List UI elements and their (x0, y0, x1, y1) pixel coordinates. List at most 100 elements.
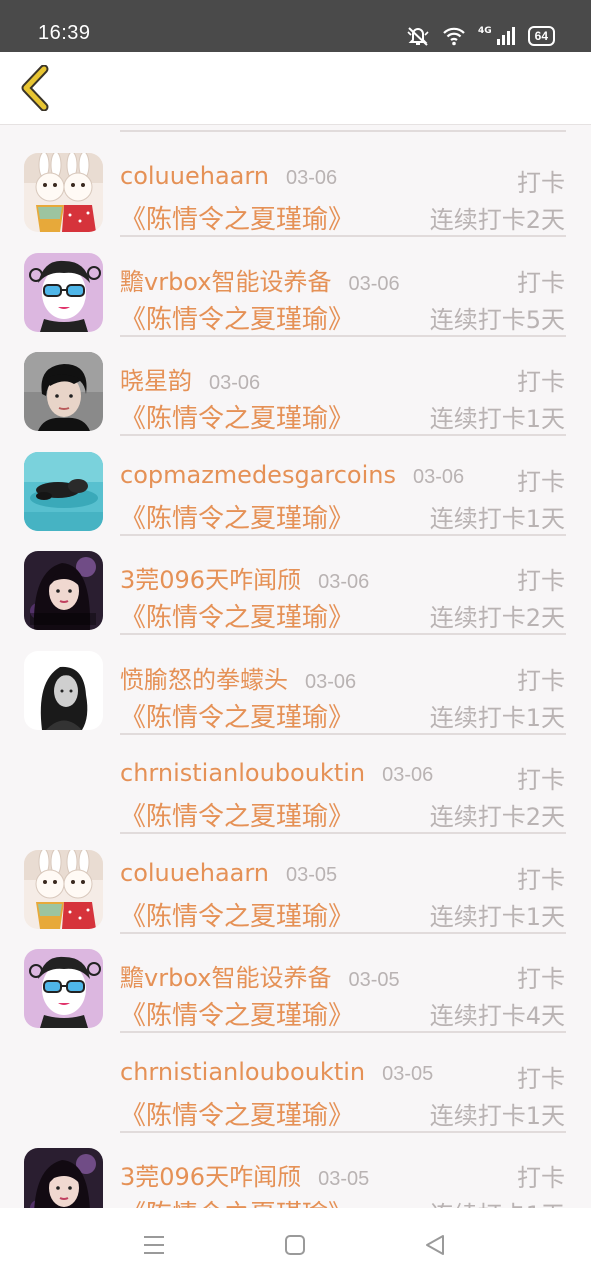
checkin-date: 03-05 (318, 1168, 370, 1190)
system-nav-bar (0, 1208, 591, 1280)
checkin-date: 03-06 (305, 670, 357, 693)
username[interactable]: copmazmedesgarcoins (120, 461, 396, 489)
streak-text: 连续打卡1天 (429, 1101, 565, 1130)
row-header: 黵vrbox智能设养备 03-06 (120, 262, 400, 297)
username[interactable]: 黵vrbox智能设养备 (120, 262, 331, 297)
row-header: coluuehaarn 03-05 (120, 859, 337, 891)
battery-level: 64 (534, 29, 548, 43)
avatar[interactable] (24, 650, 103, 730)
book-title[interactable]: 《陈情令之夏瑾瑜》 (120, 299, 354, 336)
checkin-date: 03-05 (382, 1062, 434, 1085)
checkin-label: 打卡 (517, 865, 565, 894)
username[interactable]: 3莞096天咋闻颀 (120, 1157, 301, 1192)
checkin-label: 打卡 (517, 965, 565, 993)
avatar[interactable] (24, 949, 103, 1028)
signal-icon (496, 26, 516, 46)
streak-text: 连续打卡1天 (429, 703, 565, 732)
checkin-row[interactable]: 3莞096天咋闻颀 03-05 打卡《陈情令之夏瑾瑜》 连续打卡1天 (0, 1127, 591, 1208)
checkin-date: 03-06 (318, 571, 370, 593)
back-nav-button[interactable] (424, 1234, 448, 1256)
avatar[interactable] (24, 551, 103, 630)
status-bar: 16:39 4G 64 (0, 0, 591, 52)
checkin-row[interactable]: chrnistianloubouktin 03-05 打卡《陈情令之夏瑾瑜》 连续打卡… (0, 1028, 591, 1133)
username[interactable]: 3莞096天咋闻颀 (120, 560, 301, 595)
avatar[interactable] (24, 252, 103, 332)
username[interactable]: chrnistianloubouktin (120, 1058, 365, 1086)
checkin-label: 打卡 (517, 766, 565, 794)
checkin-label: 打卡 (517, 1164, 565, 1192)
menu-icon (144, 1236, 164, 1254)
top-bar (0, 52, 591, 125)
username[interactable]: coluuehaarn (120, 162, 269, 190)
status-icons: 4G 64 (406, 24, 555, 48)
row-header: 3莞096天咋闻颀 03-06 (120, 560, 370, 595)
book-title[interactable]: 《陈情令之夏瑾瑜》 (120, 796, 354, 833)
checkin-date: 03-06 (413, 465, 465, 488)
book-title[interactable]: 《陈情令之夏瑾瑜》 (120, 896, 354, 933)
row-header: coluuehaarn 03-06 (120, 162, 337, 194)
row-header: 3莞096天咋闻颀 03-05 (120, 1157, 370, 1192)
status-time: 16:39 (38, 22, 91, 44)
username[interactable]: 晓星韵 (120, 361, 192, 396)
book-title[interactable]: 《陈情令之夏瑾瑜》 (120, 1095, 354, 1132)
back-button[interactable] (10, 62, 60, 114)
checkin-row[interactable]: 黵vrbox智能设养备 03-05 打卡《陈情令之夏瑾瑜》 连续打卡4天 (0, 928, 591, 1033)
checkin-label: 打卡 (517, 567, 565, 595)
checkin-row[interactable]: copmazmedesgarcoins 03-06 打卡《陈情令之夏瑾瑜》 连续打卡1… (0, 431, 591, 536)
checkin-label: 打卡 (517, 666, 565, 695)
book-title[interactable]: 《陈情令之夏瑾瑜》 (120, 199, 354, 236)
streak-text: 连续打卡1天 (429, 504, 565, 533)
username[interactable]: 黵vrbox智能设养备 (120, 958, 331, 993)
streak-text: 连续打卡2天 (429, 206, 565, 234)
mute-vibrate-icon (406, 26, 430, 46)
book-title[interactable]: 《陈情令之夏瑾瑜》 (120, 1194, 354, 1208)
checkin-label: 打卡 (517, 467, 565, 496)
row-header: copmazmedesgarcoins 03-06 (120, 461, 464, 493)
row-header: 晓星韵 03-06 (120, 361, 261, 396)
checkin-row[interactable]: chrnistianloubouktin 03-06 打卡《陈情令之夏瑾瑜》 连续打卡… (0, 729, 591, 834)
checkin-row[interactable]: 3莞096天咋闻颀 03-06 打卡 《陈情令之夏瑾瑜》 连续打卡2天 (0, 530, 591, 635)
checkin-date: 03-06 (286, 167, 338, 189)
home-button[interactable] (284, 1234, 308, 1256)
avatar[interactable] (24, 849, 103, 929)
checkin-row[interactable]: coluuehaarn 03-06 打卡《陈情令之夏瑾瑜》 连续打卡2天 (0, 132, 591, 237)
avatar[interactable] (24, 352, 103, 431)
book-title[interactable]: 《陈情令之夏瑾瑜》 (120, 597, 354, 634)
checkin-list[interactable]: coluuehaarn 03-06 打卡 《陈情令之夏瑾瑜》 连续打卡2天 黵vrbox… (0, 125, 591, 1208)
checkin-row[interactable]: 晓星韵 03-06 打卡《陈情令之夏瑾瑜》 连续打卡1天 (0, 331, 591, 436)
checkin-row[interactable]: 黵vrbox智能设养备 03-06 打卡《陈情令之夏瑾瑜》 连续打卡5天 (0, 232, 591, 337)
menu-button[interactable] (142, 1234, 166, 1256)
checkin-label: 打卡 (517, 268, 565, 297)
book-title[interactable]: 《陈情令之夏瑾瑜》 (120, 995, 354, 1032)
streak-text: 连续打卡2天 (429, 803, 565, 831)
checkin-date: 03-05 (348, 969, 400, 991)
checkin-date: 03-06 (382, 764, 434, 786)
checkin-row[interactable]: 愤腧怒的拳蠓头 03-06 打卡《陈情令之夏瑾瑜》 连续打卡1天 (0, 630, 591, 735)
username[interactable]: coluuehaarn (120, 859, 269, 887)
avatar[interactable] (24, 1148, 103, 1208)
row-header: chrnistianloubouktin 03-05 (120, 1058, 433, 1090)
network-type: 4G (477, 25, 492, 36)
book-title[interactable]: 《陈情令之夏瑾瑜》 (120, 398, 354, 435)
checkin-label: 打卡 (517, 1064, 565, 1093)
book-title[interactable]: 《陈情令之夏瑾瑜》 (120, 498, 354, 535)
streak-text: 连续打卡4天 (429, 1002, 565, 1030)
streak-text: 连续打卡5天 (429, 305, 565, 334)
streak-text: 连续打卡1天 (429, 405, 565, 433)
checkin-date: 03-06 (348, 272, 400, 295)
checkin-date: 03-05 (286, 863, 338, 886)
book-title[interactable]: 《陈情令之夏瑾瑜》 (120, 697, 354, 734)
checkin-label: 打卡 (517, 169, 565, 197)
streak-text: 连续打卡1天 (430, 1195, 565, 1208)
checkin-date: 03-06 (209, 372, 261, 394)
checkin-row[interactable]: coluuehaarn 03-05 打卡 《陈情令之夏瑾瑜》 连续打卡1天 (0, 829, 591, 934)
avatar[interactable] (24, 451, 103, 531)
chevron-left-icon (21, 65, 49, 111)
home-square-icon (285, 1235, 305, 1255)
wifi-icon (442, 26, 466, 46)
avatar[interactable] (24, 153, 103, 232)
username[interactable]: chrnistianloubouktin (120, 759, 365, 787)
back-triangle-icon (426, 1235, 444, 1255)
username[interactable]: 愤腧怒的拳蠓头 (120, 660, 288, 695)
checkin-label: 打卡 (517, 368, 565, 396)
